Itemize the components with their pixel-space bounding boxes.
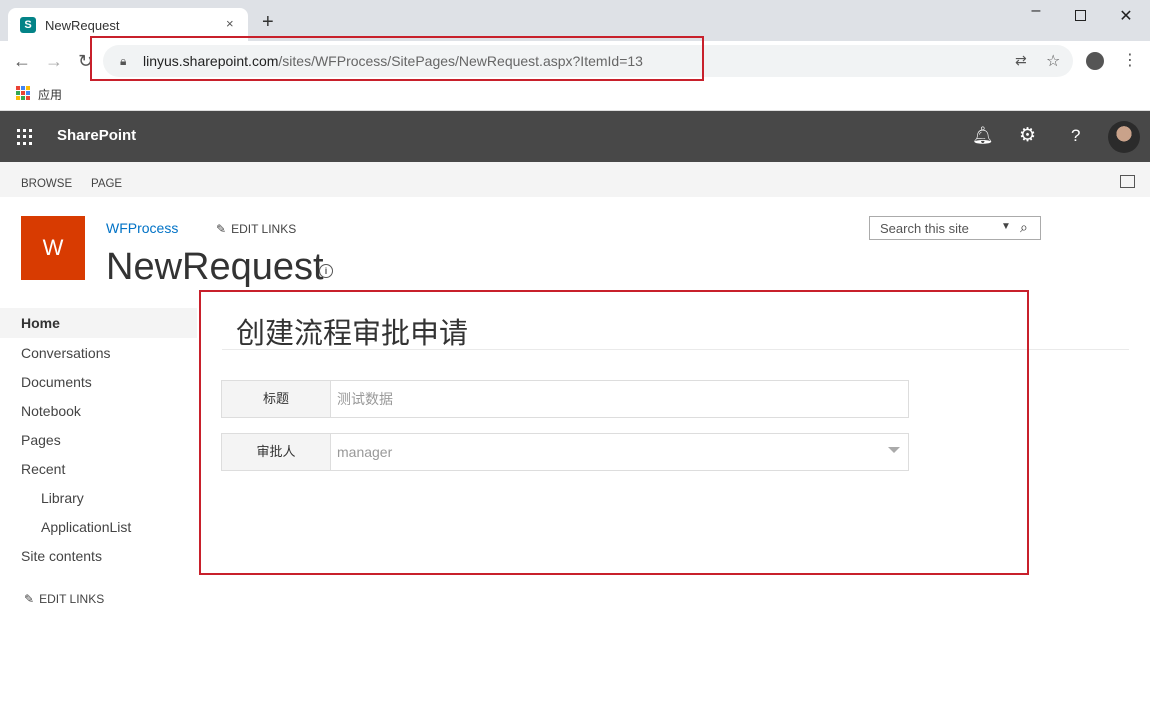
focus-content-icon[interactable]: [1120, 175, 1135, 188]
nav-item-site-contents[interactable]: Site contents: [21, 548, 102, 564]
minimize-window-icon[interactable]: –: [1026, 2, 1046, 20]
pencil-icon: ✎: [24, 592, 35, 606]
form-highlight-box: [199, 290, 1029, 575]
profile-icon[interactable]: [1086, 52, 1104, 70]
site-search-input[interactable]: [870, 217, 994, 239]
sharepoint-favicon-icon: S: [20, 17, 36, 33]
url-highlight-box: [90, 36, 704, 81]
new-tab-button[interactable]: +: [262, 12, 274, 32]
edit-links-top-button[interactable]: ✎ EDIT LINKS: [216, 222, 296, 236]
edit-links-nav-button[interactable]: ✎ EDIT LINKS: [24, 592, 104, 606]
nav-item-notebook[interactable]: Notebook: [21, 403, 81, 419]
suite-bar: SharePoint 🔔︎ ⚙ ?: [0, 111, 1150, 162]
site-logo[interactable]: W: [21, 216, 85, 280]
ribbon-tab-browse[interactable]: BROWSE: [21, 178, 72, 190]
translate-icon[interactable]: ⇄: [1015, 52, 1027, 69]
user-avatar[interactable]: [1108, 121, 1140, 153]
tab-title: NewRequest: [45, 18, 120, 33]
app-launcher-icon[interactable]: [17, 129, 33, 145]
nav-item-documents[interactable]: Documents: [21, 374, 92, 390]
pencil-icon: ✎: [216, 222, 227, 236]
apps-grid-icon[interactable]: [16, 86, 30, 100]
ribbon-bar: BROWSE PAGE: [0, 162, 1150, 197]
info-icon[interactable]: i: [319, 264, 333, 278]
forward-arrow-icon[interactable]: →: [45, 51, 63, 72]
help-icon[interactable]: ?: [1071, 126, 1080, 146]
site-search-box: ▼ ⌕: [869, 216, 1041, 240]
search-icon[interactable]: ⌕: [1020, 219, 1028, 236]
browser-tab-strip: S NewRequest × + – ✕: [0, 0, 1150, 41]
bookmark-star-icon[interactable]: ☆: [1046, 51, 1060, 71]
ribbon-tab-page[interactable]: PAGE: [91, 178, 122, 190]
bookmarks-bar: 应用: [0, 81, 1150, 111]
nav-item-applicationlist[interactable]: ApplicationList: [41, 519, 131, 535]
nav-item-recent[interactable]: Recent: [21, 461, 65, 477]
back-arrow-icon[interactable]: ←: [13, 51, 31, 72]
nav-item-library[interactable]: Library: [41, 490, 84, 506]
site-name-link[interactable]: WFProcess: [106, 220, 178, 236]
apps-bookmark-label[interactable]: 应用: [38, 86, 62, 103]
settings-gear-icon[interactable]: ⚙: [1019, 124, 1036, 147]
notifications-bell-icon[interactable]: 🔔︎: [972, 126, 994, 146]
nav-item-conversations[interactable]: Conversations: [21, 345, 111, 361]
maximize-window-icon[interactable]: [1070, 6, 1090, 25]
nav-item-home[interactable]: Home: [21, 315, 60, 331]
tab-close-icon[interactable]: ×: [226, 16, 234, 31]
search-scope-dropdown-icon[interactable]: ▼: [1001, 221, 1011, 232]
close-window-icon[interactable]: ✕: [1116, 6, 1136, 26]
nav-item-pages[interactable]: Pages: [21, 432, 61, 448]
edit-links-nav-label: EDIT LINKS: [39, 592, 105, 606]
sharepoint-brand[interactable]: SharePoint: [57, 127, 136, 144]
page-title: NewRequest: [106, 246, 324, 288]
edit-links-top-label: EDIT LINKS: [231, 222, 297, 236]
browser-menu-icon[interactable]: ⋮: [1122, 50, 1138, 70]
